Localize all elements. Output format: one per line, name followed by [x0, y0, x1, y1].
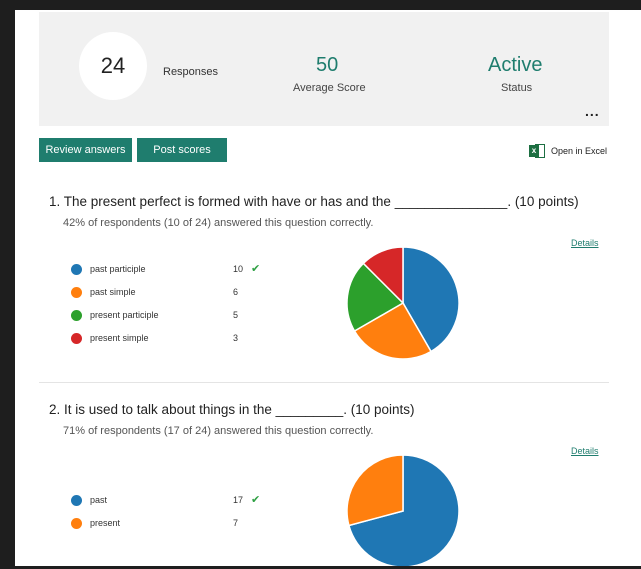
- question-1-details-link[interactable]: Details: [571, 238, 599, 248]
- responses-count: 24: [100, 53, 126, 78]
- legend-label: present participle: [90, 310, 159, 320]
- summary-panel: 24 Responses 50 Average Score Active Sta…: [39, 12, 609, 126]
- option-count: 5: [233, 310, 239, 320]
- question-2-result: 71% of respondents (17 of 24) answered t…: [63, 425, 374, 437]
- legend-dot: [71, 494, 82, 506]
- legend-label: past: [90, 495, 108, 505]
- status-label: Status: [501, 82, 533, 94]
- question-1-title: 1. The present perfect is formed with ha…: [49, 194, 579, 209]
- option-count: 10: [233, 264, 244, 274]
- average-score-label: Average Score: [293, 82, 366, 94]
- status-value: Active: [488, 54, 543, 76]
- review-answers-button[interactable]: Review answers: [39, 138, 132, 162]
- responses-label: Responses: [163, 66, 219, 78]
- legend-dot: [71, 309, 82, 321]
- option-count: 7: [233, 518, 239, 528]
- check-icon: ✔: [251, 263, 261, 275]
- legend-item: present participle: [71, 308, 159, 322]
- divider: [39, 382, 609, 383]
- post-scores-button[interactable]: Post scores: [137, 138, 227, 162]
- legend-label: present: [90, 518, 121, 528]
- legend-item: past simple: [71, 285, 136, 299]
- question-1-result: 42% of respondents (10 of 24) answered t…: [63, 217, 374, 229]
- question-1-pie-chart: [346, 246, 460, 360]
- legend-dot: [71, 332, 82, 344]
- legend-item: past participle: [71, 262, 146, 276]
- legend-item: present simple: [71, 331, 149, 345]
- form-results-panel: 24 Responses 50 Average Score Active Sta…: [15, 10, 641, 566]
- legend-item: past: [71, 493, 107, 507]
- open-in-excel-label: Open in Excel: [551, 146, 608, 156]
- average-score-value: 50: [316, 54, 339, 76]
- legend-item: present: [71, 516, 120, 530]
- legend-label: past simple: [90, 287, 136, 297]
- responses-count-circle: 24: [79, 32, 147, 100]
- legend-label: past participle: [90, 264, 146, 274]
- excel-icon: x: [529, 144, 545, 158]
- option-count: 3: [233, 333, 239, 343]
- check-icon: ✔: [251, 494, 261, 506]
- option-count: 17: [233, 495, 244, 505]
- legend-label: present simple: [90, 333, 149, 343]
- open-in-excel-link[interactable]: x Open in Excel: [529, 144, 607, 158]
- legend-dot: [71, 517, 82, 529]
- legend-dot: [71, 263, 82, 275]
- question-2-pie-chart: [346, 454, 460, 566]
- option-count: 6: [233, 287, 239, 297]
- question-2-title: 2. It is used to talk about things in th…: [49, 402, 415, 417]
- more-icon[interactable]: ...: [585, 104, 600, 118]
- question-2-details-link[interactable]: Details: [571, 446, 599, 456]
- legend-dot: [71, 286, 82, 298]
